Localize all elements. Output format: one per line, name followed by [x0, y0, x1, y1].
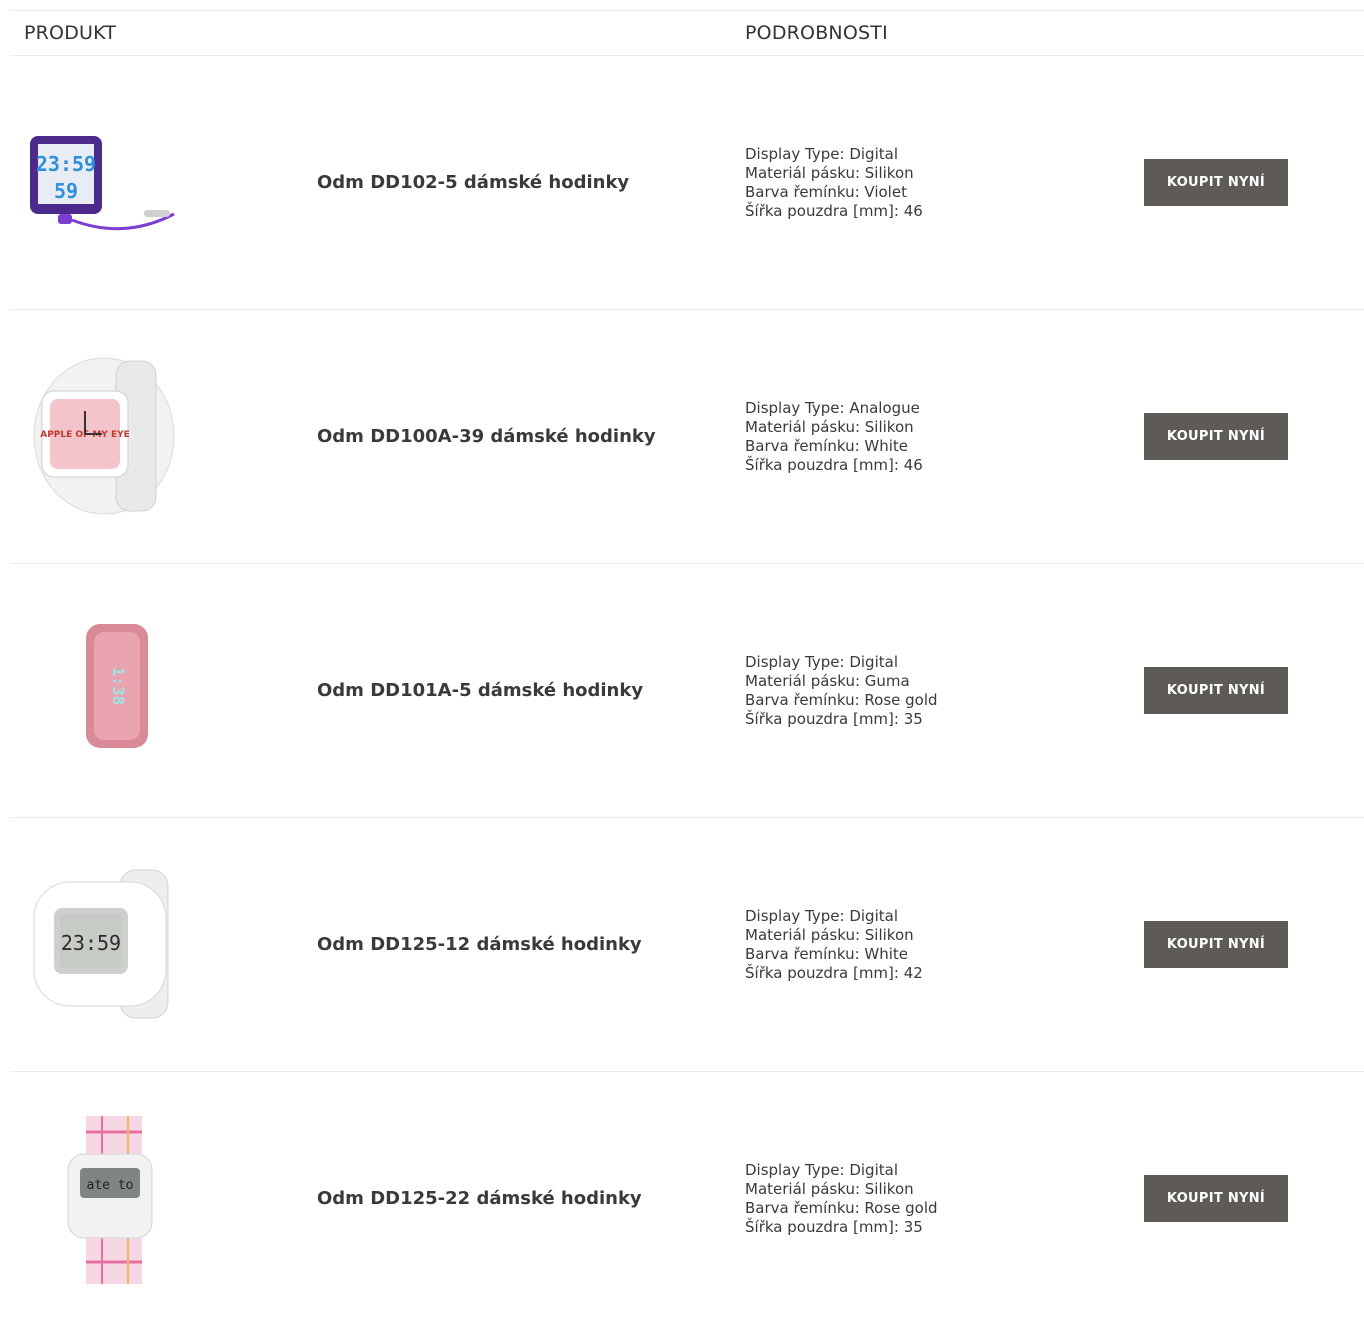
table-header: PRODUKT PODROBNOSTI: [10, 11, 1364, 56]
detail-strap-material: Materiál pásku: Guma: [745, 671, 910, 690]
product-details: Display Type: Digital Materiál pásku: Si…: [745, 818, 923, 1071]
white-analogue-watch-image[interactable]: APPLE OF MY EYE: [24, 350, 194, 522]
watch-time-text: ate to: [87, 1178, 134, 1193]
detail-display-type: Display Type: Analogue: [745, 398, 920, 417]
product-name[interactable]: Odm DD102-5 dámské hodinky: [317, 56, 629, 309]
detail-strap-color: Barva řemínku: White: [745, 944, 909, 963]
product-name[interactable]: Odm DD125-12 dámské hodinky: [317, 818, 642, 1071]
detail-case-width: Šířka pouzdra [mm]: 42: [745, 963, 923, 982]
product-comparison-table: PRODUKT PODROBNOSTI 23:59 59 Odm DD102-5…: [10, 10, 1364, 1325]
detail-strap-color: Barva řemínku: Rose gold: [745, 1198, 938, 1217]
table-row: 1:38 Odm DD101A-5 dámské hodinky Display…: [10, 564, 1364, 818]
product-name[interactable]: Odm DD125-22 dámské hodinky: [317, 1072, 642, 1325]
table-row: 23:59 59 Odm DD102-5 dámské hodinky Disp…: [10, 56, 1364, 310]
detail-display-type: Display Type: Digital: [745, 1160, 898, 1179]
product-details: Display Type: Analogue Materiál pásku: S…: [745, 310, 923, 563]
detail-strap-material: Materiál pásku: Silikon: [745, 925, 914, 944]
product-name[interactable]: Odm DD100A-39 dámské hodinky: [317, 310, 656, 563]
table-row: 23:59 Odm DD125-12 dámské hodinky Displa…: [10, 818, 1364, 1072]
buy-now-button[interactable]: KOUPIT NYNÍ: [1144, 413, 1288, 460]
watch-time-text: 23:59: [36, 152, 96, 176]
detail-strap-material: Materiál pásku: Silikon: [745, 1179, 914, 1198]
product-name[interactable]: Odm DD101A-5 dámské hodinky: [317, 564, 643, 817]
header-details: PODROBNOSTI: [745, 22, 888, 44]
watch-time-text: 23:59: [61, 931, 121, 955]
watch-time-text: 1:38: [109, 667, 128, 706]
detail-display-type: Display Type: Digital: [745, 652, 898, 671]
detail-case-width: Šířka pouzdra [mm]: 46: [745, 201, 923, 220]
detail-case-width: Šířka pouzdra [mm]: 46: [745, 455, 923, 474]
detail-strap-color: Barva řemínku: Rose gold: [745, 690, 938, 709]
buy-now-button[interactable]: KOUPIT NYNÍ: [1144, 159, 1288, 206]
detail-strap-material: Materiál pásku: Silikon: [745, 417, 914, 436]
header-product: PRODUKT: [24, 22, 117, 44]
detail-strap-material: Materiál pásku: Silikon: [745, 163, 914, 182]
product-details: Display Type: Digital Materiál pásku: Gu…: [745, 564, 938, 817]
detail-case-width: Šířka pouzdra [mm]: 35: [745, 1217, 923, 1236]
violet-digital-watch-image[interactable]: 23:59 59: [24, 96, 194, 268]
rose-gold-digital-watch-image[interactable]: 1:38: [24, 604, 194, 776]
buy-now-button[interactable]: KOUPIT NYNÍ: [1144, 667, 1288, 714]
plaid-digital-watch-image[interactable]: ate to: [24, 1112, 194, 1284]
buy-now-button[interactable]: KOUPIT NYNÍ: [1144, 1175, 1288, 1222]
buy-now-button[interactable]: KOUPIT NYNÍ: [1144, 921, 1288, 968]
detail-strap-color: Barva řemínku: Violet: [745, 182, 907, 201]
detail-case-width: Šířka pouzdra [mm]: 35: [745, 709, 923, 728]
product-details: Display Type: Digital Materiál pásku: Si…: [745, 56, 923, 309]
product-details: Display Type: Digital Materiál pásku: Si…: [745, 1072, 938, 1325]
white-digital-watch-image[interactable]: 23:59: [24, 858, 194, 1030]
table-row: APPLE OF MY EYE Odm DD100A-39 dámské hod…: [10, 310, 1364, 564]
detail-strap-color: Barva řemínku: White: [745, 436, 909, 455]
svg-text:59: 59: [54, 179, 78, 203]
detail-display-type: Display Type: Digital: [745, 906, 898, 925]
detail-display-type: Display Type: Digital: [745, 144, 898, 163]
table-row: ate to Odm DD125-22 dámské hodinky Displ…: [10, 1072, 1364, 1325]
